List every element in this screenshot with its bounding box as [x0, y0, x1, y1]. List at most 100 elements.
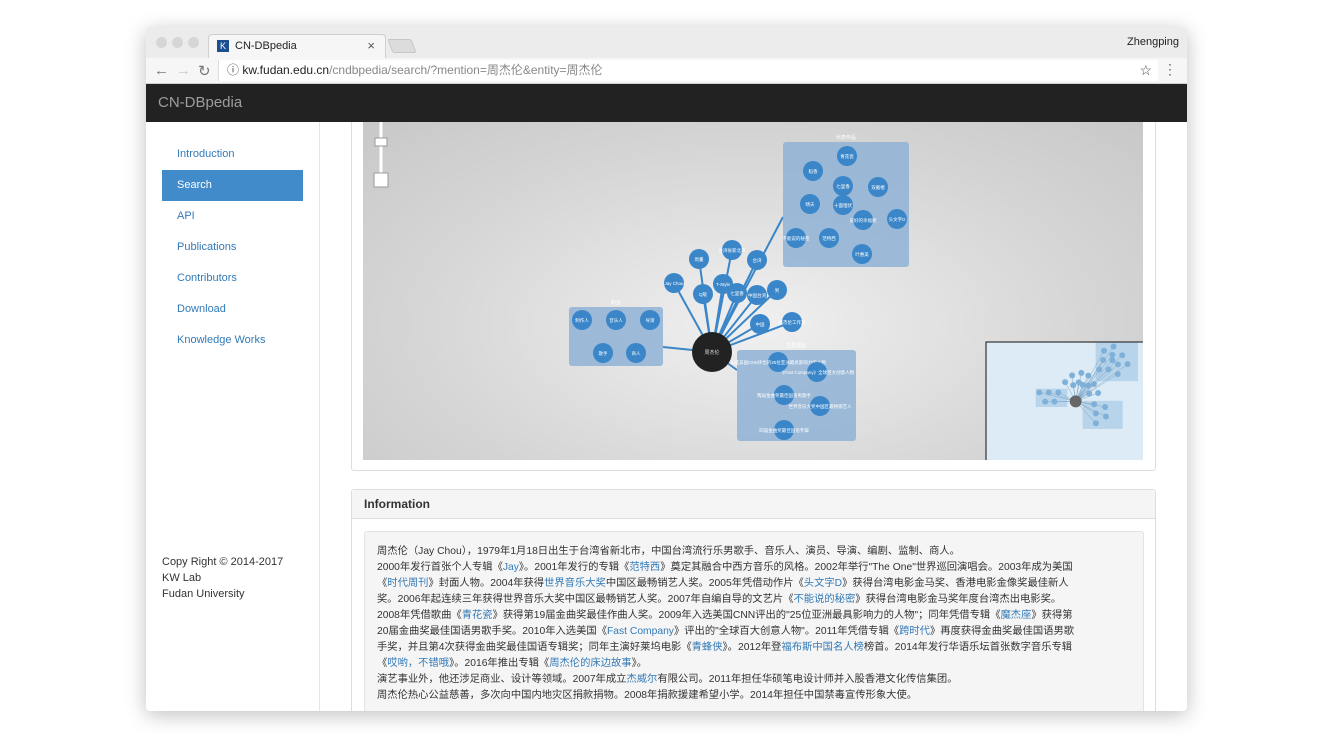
- graph-node[interactable]: 音乐人: [606, 310, 626, 330]
- graph-node[interactable]: 七里香: [727, 283, 747, 303]
- graph-node-label: 不能说的秘密: [783, 235, 810, 242]
- graph-node[interactable]: 稻香: [803, 161, 823, 181]
- info-text: 中国区最畅销艺人奖。2005年凭借动作片《: [605, 578, 804, 589]
- brand-link[interactable]: CN-DBpedia: [158, 94, 242, 111]
- graph-node-label: 台湾: [753, 257, 762, 264]
- graph-node[interactable]: 导演: [640, 310, 660, 330]
- copyright: Copy Right © 2014-2017 KW Lab Fudan Univ…: [162, 554, 283, 602]
- graph-node[interactable]: Q版: [693, 284, 713, 304]
- minimize-window-button[interactable]: [172, 37, 183, 48]
- profile-name[interactable]: Zhengping: [1127, 36, 1179, 48]
- entity-link[interactable]: 不能说的秘密: [794, 594, 856, 605]
- graph-node-label: 四届金曲奖最佳国语专辑: [759, 427, 809, 434]
- graph-node-label: 周董: [695, 256, 704, 263]
- minimap-node: [1124, 361, 1131, 368]
- entity-link[interactable]: Jay: [503, 562, 519, 573]
- graph-node[interactable]: 晴天: [800, 194, 820, 214]
- zoom-slider-handle[interactable]: [374, 137, 388, 147]
- entity-link[interactable]: 周杰伦的床边故事: [549, 658, 631, 669]
- url-path: /cndbpedia/search/?mention=周杰伦&entity=周杰…: [329, 63, 603, 77]
- close-window-button[interactable]: [156, 37, 167, 48]
- sidebar-item-introduction[interactable]: Introduction: [162, 139, 303, 170]
- minimap-node: [1109, 351, 1116, 358]
- info-text: 《: [377, 658, 388, 669]
- graph-group-label: 职业: [611, 299, 621, 306]
- graph-node-label: 《Fast Company》全球百大创意人物: [780, 369, 855, 376]
- graph-node[interactable]: 商人: [626, 343, 646, 363]
- minimap-node: [1105, 366, 1112, 373]
- graph-minimap[interactable]: [985, 341, 1143, 460]
- graph-node[interactable]: 头文字D: [887, 209, 907, 229]
- entity-link[interactable]: 跨时代: [899, 626, 930, 637]
- sidebar-item-search[interactable]: Search: [162, 170, 303, 201]
- graph-node-label: 稻香: [809, 168, 818, 175]
- information-title: Information: [352, 490, 1155, 519]
- sidebar-item-api[interactable]: API: [162, 201, 303, 232]
- graph-node[interactable]: 台湾: [747, 250, 767, 270]
- lab-name: KW Lab: [162, 572, 202, 584]
- minimap-node: [1045, 389, 1052, 396]
- graph-node[interactable]: 中国台湾: [747, 285, 767, 305]
- favicon-icon: K: [217, 40, 229, 52]
- minimap-node: [1102, 413, 1109, 420]
- entity-link[interactable]: 魔杰座: [1001, 610, 1032, 621]
- new-tab-button[interactable]: [387, 39, 417, 53]
- bookmark-star-icon[interactable]: ☆: [1139, 62, 1152, 79]
- graph-node[interactable]: 制作人: [572, 310, 592, 330]
- forward-icon[interactable]: →: [176, 62, 191, 79]
- graph-node[interactable]: 男: [767, 280, 787, 300]
- graph-node[interactable]: 中国: [750, 314, 770, 334]
- url-input[interactable]: ⓘ kw.fudan.edu.cn/cndbpedia/search/?ment…: [218, 60, 1158, 81]
- browser-tab[interactable]: K CN-DBpedia ×: [208, 34, 386, 58]
- back-icon[interactable]: ←: [154, 62, 169, 79]
- entity-link[interactable]: 青蜂侠: [692, 642, 723, 653]
- graph-node[interactable]: Jay Chou: [664, 273, 684, 293]
- info-text: 》封面人物。2004年获得: [428, 578, 545, 589]
- graph-node-label: 说好的幸福呢: [850, 217, 877, 224]
- graph-node[interactable]: 双截棍: [868, 177, 888, 197]
- minimap-node: [1091, 401, 1098, 408]
- knowledge-graph[interactable]: 职业 代表作品 主要成就 Jay Chou Q版 周董 台湾省新北市 台湾 T-Style 七里香…: [363, 122, 1143, 460]
- more-menu-icon[interactable]: ⋮: [1163, 61, 1177, 78]
- info-text: 演艺事业外，他还涉足商业、设计等领域。2007年成立: [377, 674, 627, 685]
- info-line: 《哎哟，不错哦》。2016年推出专辑《周杰伦的床边故事》。: [377, 656, 1131, 672]
- info-text: 有限公司。2011年担任华硕笔电设计师并入股香港文化传信集团。: [657, 674, 958, 685]
- close-tab-icon[interactable]: ×: [367, 38, 375, 53]
- graph-node-label: 青花瓷: [840, 153, 854, 160]
- graph-node[interactable]: 周董: [689, 249, 709, 269]
- graph-node[interactable]: 范特西: [819, 228, 839, 248]
- entity-link[interactable]: 世界音乐大奖: [544, 578, 606, 589]
- entity-link[interactable]: 范特西: [629, 562, 660, 573]
- entity-link[interactable]: 青花瓷: [462, 610, 493, 621]
- graph-node[interactable]: 歌手: [593, 343, 613, 363]
- information-panel: Information 周杰伦（Jay Chou），1979年1月18日出生于台…: [351, 489, 1156, 711]
- info-icon[interactable]: ⓘ: [227, 63, 242, 77]
- entity-link[interactable]: 福布斯中国名人榜: [781, 642, 863, 653]
- sidebar-item-publications[interactable]: Publications: [162, 232, 303, 263]
- entity-link[interactable]: 时代周刊: [387, 578, 428, 589]
- sidebar-item-download[interactable]: Download: [162, 294, 303, 325]
- zoom-reset-button[interactable]: [373, 172, 389, 188]
- graph-node[interactable]: 叶惠美: [852, 244, 872, 264]
- graph-node[interactable]: 台湾省新北市: [719, 240, 746, 260]
- graph-node[interactable]: 青花瓷: [837, 146, 857, 166]
- info-line: 手奖，并且第4次获得金曲奖最佳国语专辑奖；同年主演好莱坞电影《青蜂侠》。2012…: [377, 640, 1131, 656]
- zoom-window-button[interactable]: [188, 37, 199, 48]
- reload-icon[interactable]: ↻: [198, 62, 211, 80]
- entity-link[interactable]: 哎哟，不错哦: [387, 658, 449, 669]
- info-text: 《: [377, 578, 388, 589]
- entity-link[interactable]: Fast Company: [607, 626, 674, 637]
- graph-node-label: 中国: [756, 321, 765, 328]
- minimap-node: [1069, 372, 1076, 379]
- minimap-node: [1095, 390, 1102, 396]
- info-text: 》获得第: [1031, 610, 1073, 621]
- graph-node[interactable]: 十面埋伏: [833, 195, 853, 215]
- entity-link[interactable]: 头文字D: [804, 578, 842, 589]
- entity-link[interactable]: 杰威尔: [626, 674, 657, 685]
- graph-node[interactable]: 七里香: [833, 176, 853, 196]
- minimap-node: [1101, 347, 1107, 354]
- sidebar-item-knowledge-works[interactable]: Knowledge Works: [162, 325, 303, 356]
- graph-node[interactable]: 周杰伦工作室: [779, 312, 806, 332]
- sidebar-item-contributors[interactable]: Contributors: [162, 263, 303, 294]
- info-line: 奖。2006年起连续三年获得世界音乐大奖中国区最畅销艺人奖。2007年自编自导的…: [377, 592, 1131, 608]
